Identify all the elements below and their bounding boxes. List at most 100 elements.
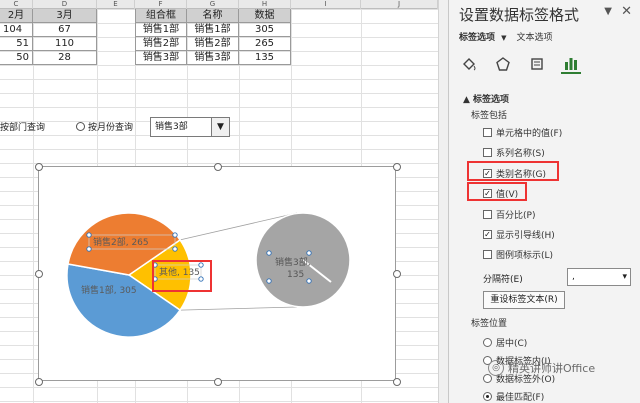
sheet-vertical-scrollbar[interactable] [438,0,448,403]
tab-label: 标签选项 [459,33,496,43]
table1-header[interactable]: 3月 [33,9,97,23]
checkbox[interactable] [483,128,492,137]
close-icon[interactable]: ✕ [621,4,632,19]
label-handle[interactable] [172,232,178,238]
checkbox[interactable] [483,210,492,219]
radio-by-department[interactable]: 按部门查询 [0,120,45,133]
resize-handle[interactable] [393,163,401,171]
col-header[interactable]: E [97,0,135,9]
label-handle[interactable] [198,262,204,268]
pane-options-menu[interactable]: ▼ [604,6,612,17]
label-handle[interactable] [86,232,92,238]
col-header[interactable]: D [33,0,97,9]
bar-chart-icon[interactable] [561,54,581,74]
option-percentage[interactable]: 百分比(P) [483,208,535,221]
format-data-labels-pane: 设置数据标签格式 ▼ ✕ 标签选项 ▼ 文本选项 ▲ 标签选项 标签包括 单元格… [448,0,640,403]
combo-dropdown-button[interactable]: ▼ [211,118,229,136]
label-handle[interactable] [306,278,312,284]
pane-tabs: 标签选项 ▼ 文本选项 [459,30,553,43]
pentagon-icon[interactable] [493,54,513,74]
radio-by-month[interactable]: 按月份查询 [76,120,133,133]
size-icon[interactable] [527,54,547,74]
table2-cell[interactable]: 销售3部 [135,51,187,65]
wechat-icon: ◎ [488,360,504,376]
chevron-down-icon[interactable]: ▼ [501,34,506,42]
pie-of-pie-chart[interactable]: 销售2部, 265 销售1部, 305 其他, 135 销售3部, 135 [39,167,397,382]
resize-handle[interactable] [214,163,222,171]
option-label: 居中(C) [496,339,528,349]
col-header[interactable]: H [239,0,291,9]
col-header[interactable]: I [291,0,361,9]
col-header[interactable]: F [135,0,187,9]
table1-cell[interactable]: 67 [33,23,97,37]
table1-cell[interactable]: 104 [0,23,33,37]
resize-handle[interactable] [35,163,43,171]
option-cell-value[interactable]: 单元格中的值(F) [483,126,562,139]
data-label-销售3部[interactable]: 销售3部, [275,256,311,268]
department-combo-box[interactable]: 销售3部 ▼ [150,117,230,137]
data-label-销售1部[interactable]: 销售1部, 305 [81,284,137,296]
col-header[interactable]: C [0,0,33,9]
table2-header[interactable]: 名称 [187,9,239,23]
tab-label-options[interactable]: 标签选项 ▼ [459,30,507,43]
fill-icon[interactable] [459,54,479,74]
table1-header[interactable]: 2月 [0,9,33,23]
table1-cell[interactable]: 50 [0,51,33,65]
tab-text-options[interactable]: 文本选项 [517,30,553,43]
separator-label: 分隔符(E) [483,275,523,285]
label-handle[interactable] [266,250,272,256]
table1-cell[interactable]: 28 [33,51,97,65]
label-handle[interactable] [306,250,312,256]
col-header[interactable]: G [187,0,239,9]
option-series-name[interactable]: 系列名称(S) [483,146,545,159]
connector-line [180,306,298,311]
table2-cell[interactable]: 265 [239,37,291,51]
watermark: ◎ 精英讲师讲Office [488,360,595,376]
table2-cell[interactable]: 销售2部 [135,37,187,51]
pane-title: 设置数据标签格式 [459,6,580,24]
position-center[interactable]: 居中(C) [483,336,527,349]
label-handle[interactable] [172,246,178,252]
resize-handle[interactable] [214,378,222,386]
radio-button[interactable] [76,122,85,131]
label-position-heading: 标签位置 [471,319,508,329]
resize-handle[interactable] [393,378,401,386]
position-best-fit[interactable]: 最佳匹配(F) [483,390,544,403]
highlight-value [467,182,527,201]
label-handle[interactable] [266,278,272,284]
table1-cell[interactable]: 51 [0,37,33,51]
table2-cell[interactable]: 销售2部 [187,37,239,51]
table2-cell[interactable]: 305 [239,23,291,37]
checkbox[interactable] [483,148,492,157]
table2-cell[interactable]: 销售1部 [135,23,187,37]
separator-select[interactable]: , ▾ [567,268,631,286]
option-label: 单元格中的值(F) [496,129,563,139]
chart-area[interactable]: 销售2部, 265 销售1部, 305 其他, 135 销售3部, 135 [35,163,401,386]
data-label-销售3部-value[interactable]: 135 [287,270,304,280]
col-header[interactable]: J [361,0,438,9]
radio-button[interactable] [483,338,492,347]
table2-cell[interactable]: 135 [239,51,291,65]
data-label-销售2部[interactable]: 销售2部, 265 [93,236,149,248]
resize-handle[interactable] [35,270,43,278]
reset-label-text-button[interactable]: 重设标签文本(R) [483,291,565,309]
table2-cell[interactable]: 销售3部 [187,51,239,65]
option-leader-lines[interactable]: ✓ 显示引导线(H) [483,228,555,241]
table1-cell[interactable]: 110 [33,37,97,51]
option-legend-key[interactable]: 图例项标示(L) [483,248,553,261]
resize-handle[interactable] [35,378,43,386]
checkbox[interactable]: ✓ [483,230,492,239]
watermark-text: 精英讲师讲Office [508,362,596,375]
spreadsheet[interactable]: C D E F G H I J 2月 3月 104 67 51 110 50 2… [0,0,438,403]
data-label-其他[interactable]: 其他, 135 [159,266,200,278]
radio-button[interactable] [483,392,492,401]
table2-header[interactable]: 组合框 [135,9,187,23]
section-header[interactable]: ▲ 标签选项 [463,92,509,105]
table2-cell[interactable]: 销售1部 [187,23,239,37]
table2-header[interactable]: 数据 [239,9,291,23]
radio-label: 按月份查询 [88,123,134,133]
resize-handle[interactable] [393,270,401,278]
combo-value: 销售3部 [155,122,188,132]
label-handle[interactable] [86,246,92,252]
checkbox[interactable] [483,250,492,259]
